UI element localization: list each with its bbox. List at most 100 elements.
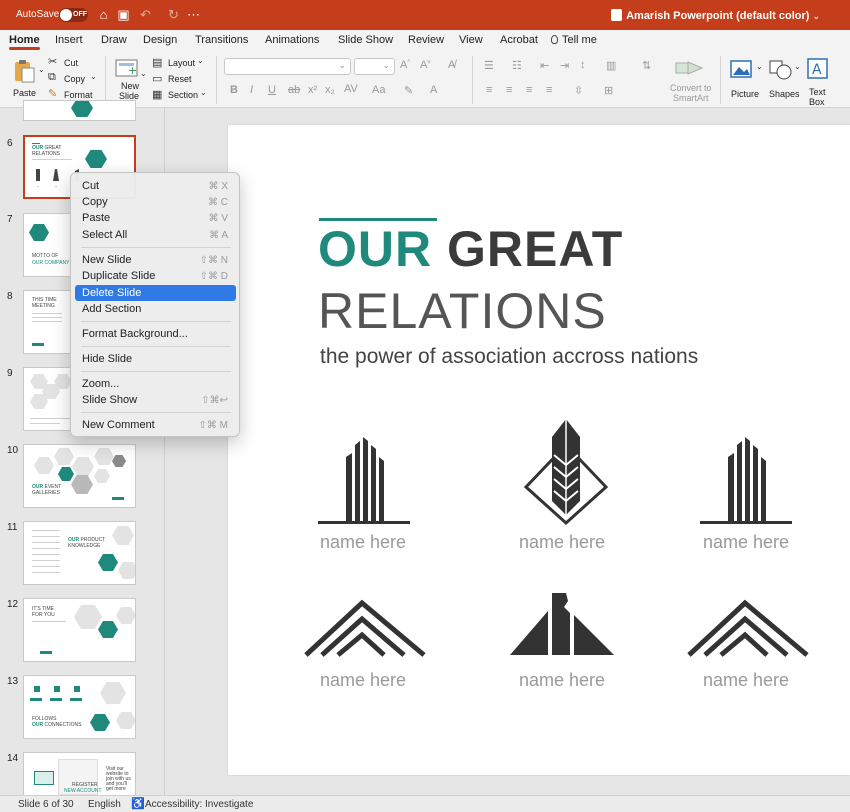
tab-transitions[interactable]: Transitions xyxy=(195,34,248,46)
tab-view[interactable]: View xyxy=(459,34,483,46)
menu-item-copy[interactable]: Copy ⌘ C xyxy=(75,194,236,210)
align-left-icon[interactable]: ≡ xyxy=(486,84,492,96)
new-slide-dropdown-icon[interactable]: ⌄ xyxy=(140,69,147,78)
menu-item-format-background[interactable]: Format Background... xyxy=(75,326,236,342)
menu-item-paste[interactable]: Paste ⌘ V xyxy=(75,210,236,226)
undo-icon[interactable]: ↶ xyxy=(138,7,153,22)
smartart-small-icon[interactable]: ⊞ xyxy=(604,84,613,97)
slide-thumbnail-10[interactable]: OUR EVENT GALLERIES xyxy=(23,444,136,508)
copy-dropdown-icon[interactable]: ⌄ xyxy=(90,72,97,81)
icon-label[interactable]: name here xyxy=(320,670,406,691)
slide-subtitle[interactable]: the power of association accross nations xyxy=(320,345,698,369)
shapes-dropdown-icon[interactable]: ⌄ xyxy=(794,62,801,71)
superscript-icon[interactable]: x² xyxy=(308,84,317,96)
font-name-dropdown[interactable]: ⌄ xyxy=(224,58,351,75)
menu-item-slide-show[interactable]: Slide Show ⇧⌘↩ xyxy=(75,392,236,408)
menu-item-new-comment[interactable]: New Comment ⇧⌘ M xyxy=(75,417,236,433)
decrease-indent-icon[interactable]: ⇤ xyxy=(540,59,549,72)
skyscraper-icon-2[interactable] xyxy=(696,435,816,545)
text-box-button[interactable]: A Text Box xyxy=(805,57,833,107)
bullets-icon[interactable]: ☰ xyxy=(484,59,494,72)
icon-label[interactable]: name here xyxy=(703,532,789,553)
slide-thumbnail-5[interactable] xyxy=(23,100,136,121)
font-size-dropdown[interactable]: ⌄ xyxy=(354,58,395,75)
picture-icon xyxy=(730,60,752,78)
icon-label[interactable]: name here xyxy=(519,532,605,553)
language-indicator[interactable]: English xyxy=(88,799,121,810)
increase-indent-icon[interactable]: ⇥ xyxy=(560,59,569,72)
reset-button[interactable]: Reset xyxy=(168,74,192,84)
align-center-icon[interactable]: ≡ xyxy=(506,84,512,96)
tab-insert[interactable]: Insert xyxy=(55,34,83,46)
slide-thumbnail-13[interactable]: FOLLOWS OUR CONNECTIONS xyxy=(23,675,136,739)
slide-thumbnail-12[interactable]: IT'S TIME FOR YOU xyxy=(23,598,136,662)
menu-item-new-slide[interactable]: New Slide ⇧⌘ N xyxy=(75,252,236,268)
strikethrough-icon[interactable]: ab xyxy=(288,84,300,96)
menu-item-select-all[interactable]: Select All ⌘ A xyxy=(75,227,236,243)
slide-title-line2[interactable]: RELATIONS xyxy=(318,283,607,339)
more-icon[interactable]: ⋯ xyxy=(186,7,201,22)
menu-item-duplicate-slide[interactable]: Duplicate Slide ⇧⌘ D xyxy=(75,268,236,284)
increase-font-icon[interactable]: A^ xyxy=(400,59,410,71)
context-menu: Cut ⌘ X Copy ⌘ C Paste ⌘ V Select All ⌘ A Ne… xyxy=(70,172,240,437)
icon-label[interactable]: name here xyxy=(703,670,789,691)
autosave-toggle[interactable]: OFF xyxy=(59,8,88,22)
section-dropdown-icon[interactable]: ⌄ xyxy=(200,88,207,97)
powerpoint-window: AutoSave OFF ⌂ ▣ ↶ ↻ ⋯ Amarish Powerpoin… xyxy=(0,0,850,812)
picture-dropdown-icon[interactable]: ⌄ xyxy=(756,62,763,71)
slide-title[interactable]: OUR GREAT xyxy=(318,221,623,277)
redo-icon[interactable]: ↻ xyxy=(166,7,181,22)
paste-button[interactable]: Paste xyxy=(10,57,42,101)
bold-icon[interactable]: B xyxy=(230,84,238,96)
tab-review[interactable]: Review xyxy=(408,34,444,46)
menu-item-add-section[interactable]: Add Section xyxy=(75,301,236,317)
numbering-icon[interactable]: ☷ xyxy=(512,59,522,72)
align-right-icon[interactable]: ≡ xyxy=(526,84,532,96)
skyscraper-icon[interactable] xyxy=(316,435,436,545)
slide-canvas[interactable]: OUR GREAT RELATIONS the power of associa… xyxy=(228,125,850,775)
accessibility-status[interactable]: Accessibility: Investigate xyxy=(145,799,253,810)
slide-thumbnail-14[interactable]: Visit our website to join with us and yo… xyxy=(23,752,136,797)
tab-home[interactable]: Home xyxy=(9,34,40,50)
tab-acrobat[interactable]: Acrobat xyxy=(500,34,538,46)
save-icon[interactable]: ▣ xyxy=(116,7,131,22)
new-slide-button[interactable]: + New Slide xyxy=(112,56,146,102)
menu-item-zoom[interactable]: Zoom... xyxy=(75,376,236,392)
clear-format-icon[interactable]: A̸ xyxy=(448,59,455,71)
align-text-icon[interactable]: ⇳ xyxy=(574,84,583,97)
subscript-icon[interactable]: x₂ xyxy=(325,84,335,96)
highlight-icon[interactable]: ✎ xyxy=(404,84,413,97)
layout-dropdown-icon[interactable]: ⌄ xyxy=(197,56,204,65)
chevron-down-icon[interactable]: ⌄ xyxy=(812,11,820,21)
menu-item-delete-slide[interactable]: Delete Slide xyxy=(75,285,236,301)
cut-button[interactable]: Cut xyxy=(64,58,78,68)
justify-icon[interactable]: ≡ xyxy=(546,84,552,96)
home-icon[interactable]: ⌂ xyxy=(96,7,111,22)
font-color-icon[interactable]: A xyxy=(430,84,437,96)
format-painter-button[interactable]: Format xyxy=(64,90,93,100)
tab-slide-show[interactable]: Slide Show xyxy=(338,34,393,46)
slide-thumbnail-11[interactable]: OUR PRODUCT KNOWLEDGE xyxy=(23,521,136,585)
tab-draw[interactable]: Draw xyxy=(101,34,127,46)
line-spacing-icon[interactable]: ↕ xyxy=(580,59,586,71)
underline-icon[interactable]: U xyxy=(268,84,276,96)
columns-icon[interactable]: ▥ xyxy=(606,59,616,72)
italic-icon[interactable]: I xyxy=(250,84,253,96)
menu-item-hide-slide[interactable]: Hide Slide xyxy=(75,351,236,367)
layout-button[interactable]: Layout xyxy=(168,58,195,68)
paste-dropdown-icon[interactable]: ⌄ xyxy=(38,65,45,74)
text-direction-icon[interactable]: ⇅ xyxy=(642,59,651,72)
section-button[interactable]: Section xyxy=(168,90,198,100)
icon-label[interactable]: name here xyxy=(519,670,605,691)
convert-smartart-icon[interactable] xyxy=(674,58,704,78)
copy-button[interactable]: Copy xyxy=(64,74,85,84)
icon-label[interactable]: name here xyxy=(320,532,406,553)
tab-tell-me[interactable]: Tell me xyxy=(551,34,597,46)
menu-item-cut[interactable]: Cut ⌘ X xyxy=(75,178,236,194)
tab-animations[interactable]: Animations xyxy=(265,34,319,46)
diamond-tower-icon[interactable] xyxy=(516,415,636,526)
decrease-font-icon[interactable]: Av xyxy=(420,59,430,71)
change-case-icon[interactable]: Aa xyxy=(372,84,385,96)
tab-design[interactable]: Design xyxy=(143,34,177,46)
character-spacing-icon[interactable]: AV xyxy=(344,83,358,95)
